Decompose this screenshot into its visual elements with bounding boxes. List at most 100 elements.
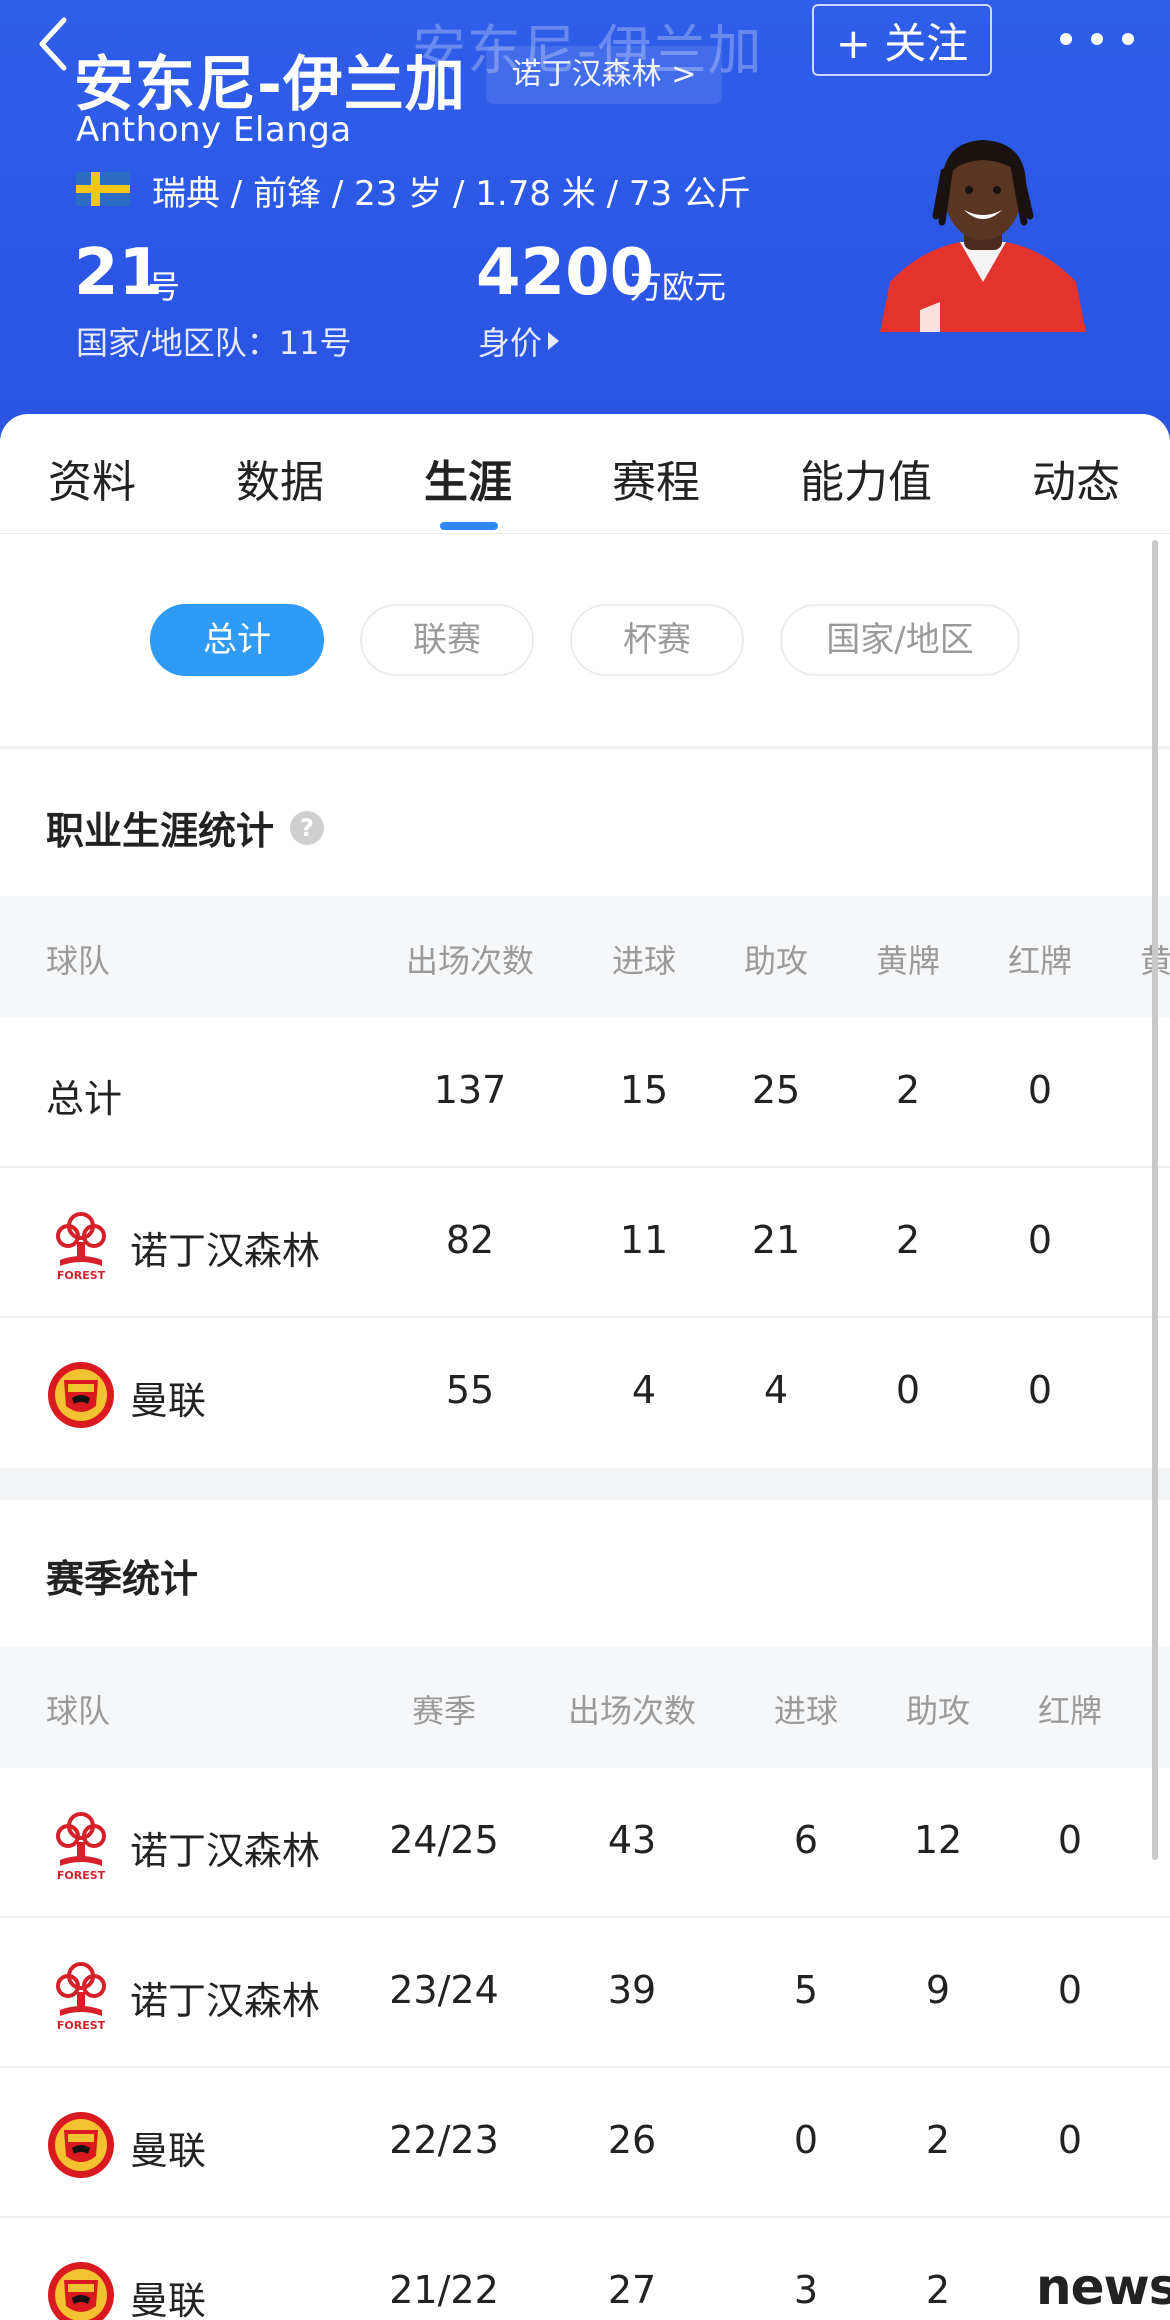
season: 22/23 [389,2118,499,2162]
red-cards: 0 [1027,1068,1053,1112]
table-row[interactable]: FOREST 诺丁汉森林 24/25 43 6 12 0 [0,1768,1170,1918]
market-value-unit: 万欧元 [630,268,727,306]
watermark: news [1036,2258,1170,2316]
manchester-united-logo [48,1362,114,1428]
career-title: 职业生涯统计 [46,809,275,853]
national-team-number: 国家/地区队：11号 [76,324,352,362]
table-row[interactable]: FOREST 诺丁汉森林 82 11 21 2 0 [0,1168,1170,1318]
apps: 82 [445,1218,495,1262]
player-header: 安东尼-伊兰加 安东尼-伊兰加 诺丁汉森林 > + 关注 Anthony Ela… [0,0,1170,440]
market-value-link[interactable]: 身价 [478,318,560,364]
tab-ability[interactable]: 能力值 [800,446,932,510]
team-name: 曼联 [130,2279,207,2320]
section-title: 职业生涯统计 ? [46,800,325,855]
tab-news[interactable]: 动态 [1032,446,1120,510]
career-stats-section: 职业生涯统计 ? 球队 出场次数 进球 助攻 黄牌 红牌 黄 总计 137 15… [0,750,1170,1468]
apps: 26 [607,2118,657,2162]
col-red: 红牌 [1007,942,1073,980]
filter-league[interactable]: 联赛 [360,604,534,676]
apps: 43 [607,1818,657,1862]
shirt-number-unit: 号 [148,268,181,306]
goals: 4 [631,1368,657,1412]
club-link[interactable]: 诺丁汉森林 > [486,46,722,104]
red-cards: 0 [1027,1368,1053,1412]
season: 23/24 [389,1968,499,2012]
tab-profile[interactable]: 资料 [48,446,136,510]
nottingham-forest-logo: FOREST [56,1212,106,1282]
goals: 11 [619,1218,669,1262]
active-tab-indicator [440,522,498,530]
career-table-header: 球队 出场次数 进球 助攻 黄牌 红牌 黄 [0,896,1170,1018]
col-assists: 助攻 [905,1692,971,1730]
assists: 9 [925,1968,951,2012]
col-red: 红牌 [1037,1692,1103,1730]
col-apps: 出场次数 [405,942,535,980]
col-goals: 进球 [773,1692,839,1730]
assists: 2 [925,2268,951,2312]
red-cards: 0 [1057,2118,1083,2162]
more-dots-icon[interactable] [1060,26,1134,52]
col-season: 赛季 [411,1692,477,1730]
tab-career[interactable]: 生涯 [424,446,512,510]
col-goals: 进球 [611,942,677,980]
player-photo [880,140,1086,332]
col-team: 球队 [46,1692,111,1730]
table-row[interactable]: 曼联 21/22 27 3 2 [0,2218,1170,2320]
nottingham-forest-logo: FOREST [56,1962,106,2032]
team-name: 诺丁汉森林 [130,1979,321,2023]
filter-cup[interactable]: 杯赛 [570,604,744,676]
svg-text:FOREST: FOREST [57,2019,106,2032]
tab-schedule[interactable]: 赛程 [612,446,700,510]
team-name: 曼联 [130,1379,207,1423]
goals: 6 [793,1818,819,1862]
scrollbar[interactable] [1152,540,1158,1860]
svg-text:FOREST: FOREST [57,1869,106,1882]
yellow-cards: 2 [895,1218,921,1262]
player-name-en: Anthony Elanga [76,110,352,150]
sweden-flag-icon [76,172,130,206]
manchester-united-logo [48,2112,114,2178]
assists: 21 [751,1218,801,1262]
filter-bar: 总计 联赛 杯赛 国家/地区 [0,534,1170,748]
goals: 3 [793,2268,819,2312]
assists: 25 [751,1068,801,1112]
team-name: 诺丁汉森林 [130,1229,321,1273]
assists: 4 [763,1368,789,1412]
manchester-united-logo [48,2262,114,2320]
apps: 39 [607,1968,657,2012]
table-row[interactable]: 曼联 22/23 26 0 2 0 [0,2068,1170,2218]
table-row[interactable]: FOREST 诺丁汉森林 23/24 39 5 9 0 [0,1918,1170,2068]
chevron-left-icon[interactable] [34,14,74,74]
filter-national[interactable]: 国家/地区 [780,604,1020,676]
market-value: 4200 [476,236,655,310]
apps: 27 [607,2268,657,2312]
tab-stats[interactable]: 数据 [236,446,324,510]
apps: 137 [433,1068,507,1112]
season-table-header: 球队 赛季 出场次数 进球 助攻 红牌 [0,1646,1170,1768]
red-cards: 0 [1057,1818,1083,1862]
follow-button[interactable]: + 关注 [812,4,992,76]
assists: 2 [925,2118,951,2162]
apps: 55 [445,1368,495,1412]
col-assists: 助攻 [743,942,809,980]
tab-bar: 资料 数据 生涯 赛程 能力值 动态 [0,414,1170,534]
team-name: 曼联 [130,2129,207,2173]
red-cards: 0 [1057,1968,1083,2012]
help-icon[interactable]: ? [290,810,325,845]
goals: 0 [793,2118,819,2162]
col-team: 球队 [46,942,111,980]
nottingham-forest-logo: FOREST [56,1812,106,1882]
goals: 5 [793,1968,819,2012]
team-name: 总计 [46,1077,123,1121]
team-name: 诺丁汉森林 [130,1829,321,1873]
table-row[interactable]: 总计 137 15 25 2 0 [0,1018,1170,1168]
filter-total[interactable]: 总计 [150,604,324,676]
season-stats-section: 赛季统计 球队 赛季 出场次数 进球 助攻 红牌 FOREST 诺丁汉森林 24… [0,1500,1170,2320]
season: 21/22 [389,2268,499,2312]
caret-right-icon [548,332,560,350]
season-title: 赛季统计 [46,1557,199,1601]
col-apps: 出场次数 [567,1692,697,1730]
season: 24/25 [389,1818,499,1862]
table-row[interactable]: 曼联 55 4 4 0 0 [0,1318,1170,1468]
assists: 12 [913,1818,963,1862]
